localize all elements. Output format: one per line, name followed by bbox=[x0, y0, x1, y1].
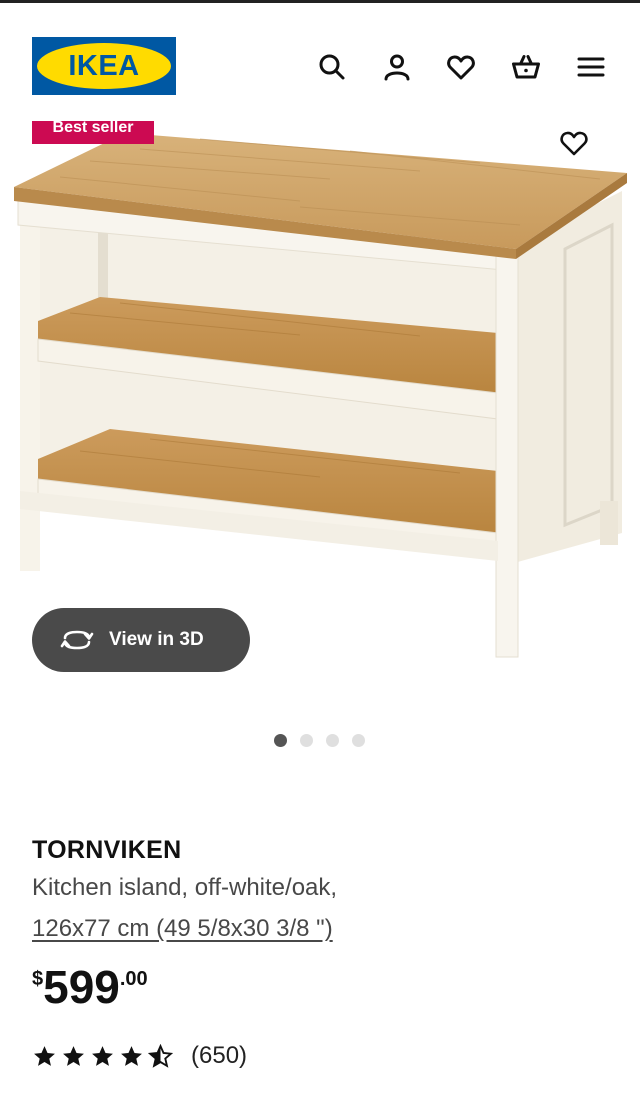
carousel-dot-1[interactable] bbox=[274, 734, 287, 747]
ikea-logo[interactable]: IKEA bbox=[32, 37, 176, 95]
heart-icon bbox=[560, 131, 588, 156]
search-button[interactable] bbox=[312, 47, 352, 87]
price-cents: .00 bbox=[119, 968, 148, 990]
price-whole: 599 bbox=[43, 961, 120, 1013]
star-full-icon bbox=[92, 1045, 113, 1066]
product-price: $ 599 .00 bbox=[32, 962, 148, 1012]
favourites-icon bbox=[447, 55, 475, 80]
product-hero: Best seller bbox=[0, 121, 640, 681]
star-half-icon bbox=[148, 1043, 173, 1068]
header-icons bbox=[312, 47, 612, 87]
view-in-3d-button[interactable]: View in 3D bbox=[32, 608, 250, 672]
logo-text: IKEA bbox=[68, 49, 140, 82]
rating-stars bbox=[32, 1043, 173, 1069]
star-full-icon bbox=[121, 1045, 142, 1066]
product-rating[interactable]: (650) bbox=[32, 1042, 247, 1070]
product-description: Kitchen island, off-white/oak, bbox=[32, 874, 338, 901]
account-icon bbox=[384, 54, 410, 81]
carousel-dot-3[interactable] bbox=[326, 734, 339, 747]
image-carousel-dots bbox=[274, 734, 365, 748]
favourites-button[interactable] bbox=[441, 47, 481, 87]
carousel-dot-2[interactable] bbox=[300, 734, 313, 747]
product-size-link[interactable]: 126x77 cm (49 5/8x30 3/8 ") bbox=[32, 915, 333, 943]
site-header: IKEA bbox=[0, 3, 640, 121]
product-name: TORNVIKEN bbox=[32, 836, 182, 864]
price-currency: $ bbox=[32, 968, 44, 990]
view-in-3d-label: View in 3D bbox=[109, 629, 204, 650]
product-image[interactable] bbox=[0, 121, 640, 681]
star-full-icon bbox=[34, 1045, 55, 1066]
star-full-icon bbox=[63, 1045, 84, 1066]
cart-button[interactable] bbox=[506, 47, 546, 87]
rotate-3d-icon bbox=[60, 630, 94, 650]
save-to-favourites-button[interactable] bbox=[556, 125, 592, 161]
review-count: (650) bbox=[191, 1042, 248, 1069]
carousel-dot-4[interactable] bbox=[352, 734, 365, 747]
best-seller-badge: Best seller bbox=[32, 121, 154, 144]
menu-icon bbox=[577, 57, 605, 77]
account-button[interactable] bbox=[377, 47, 417, 87]
search-icon bbox=[319, 54, 345, 80]
cart-icon bbox=[512, 55, 540, 79]
menu-button[interactable] bbox=[571, 47, 611, 87]
logo-oval: IKEA bbox=[37, 43, 171, 89]
